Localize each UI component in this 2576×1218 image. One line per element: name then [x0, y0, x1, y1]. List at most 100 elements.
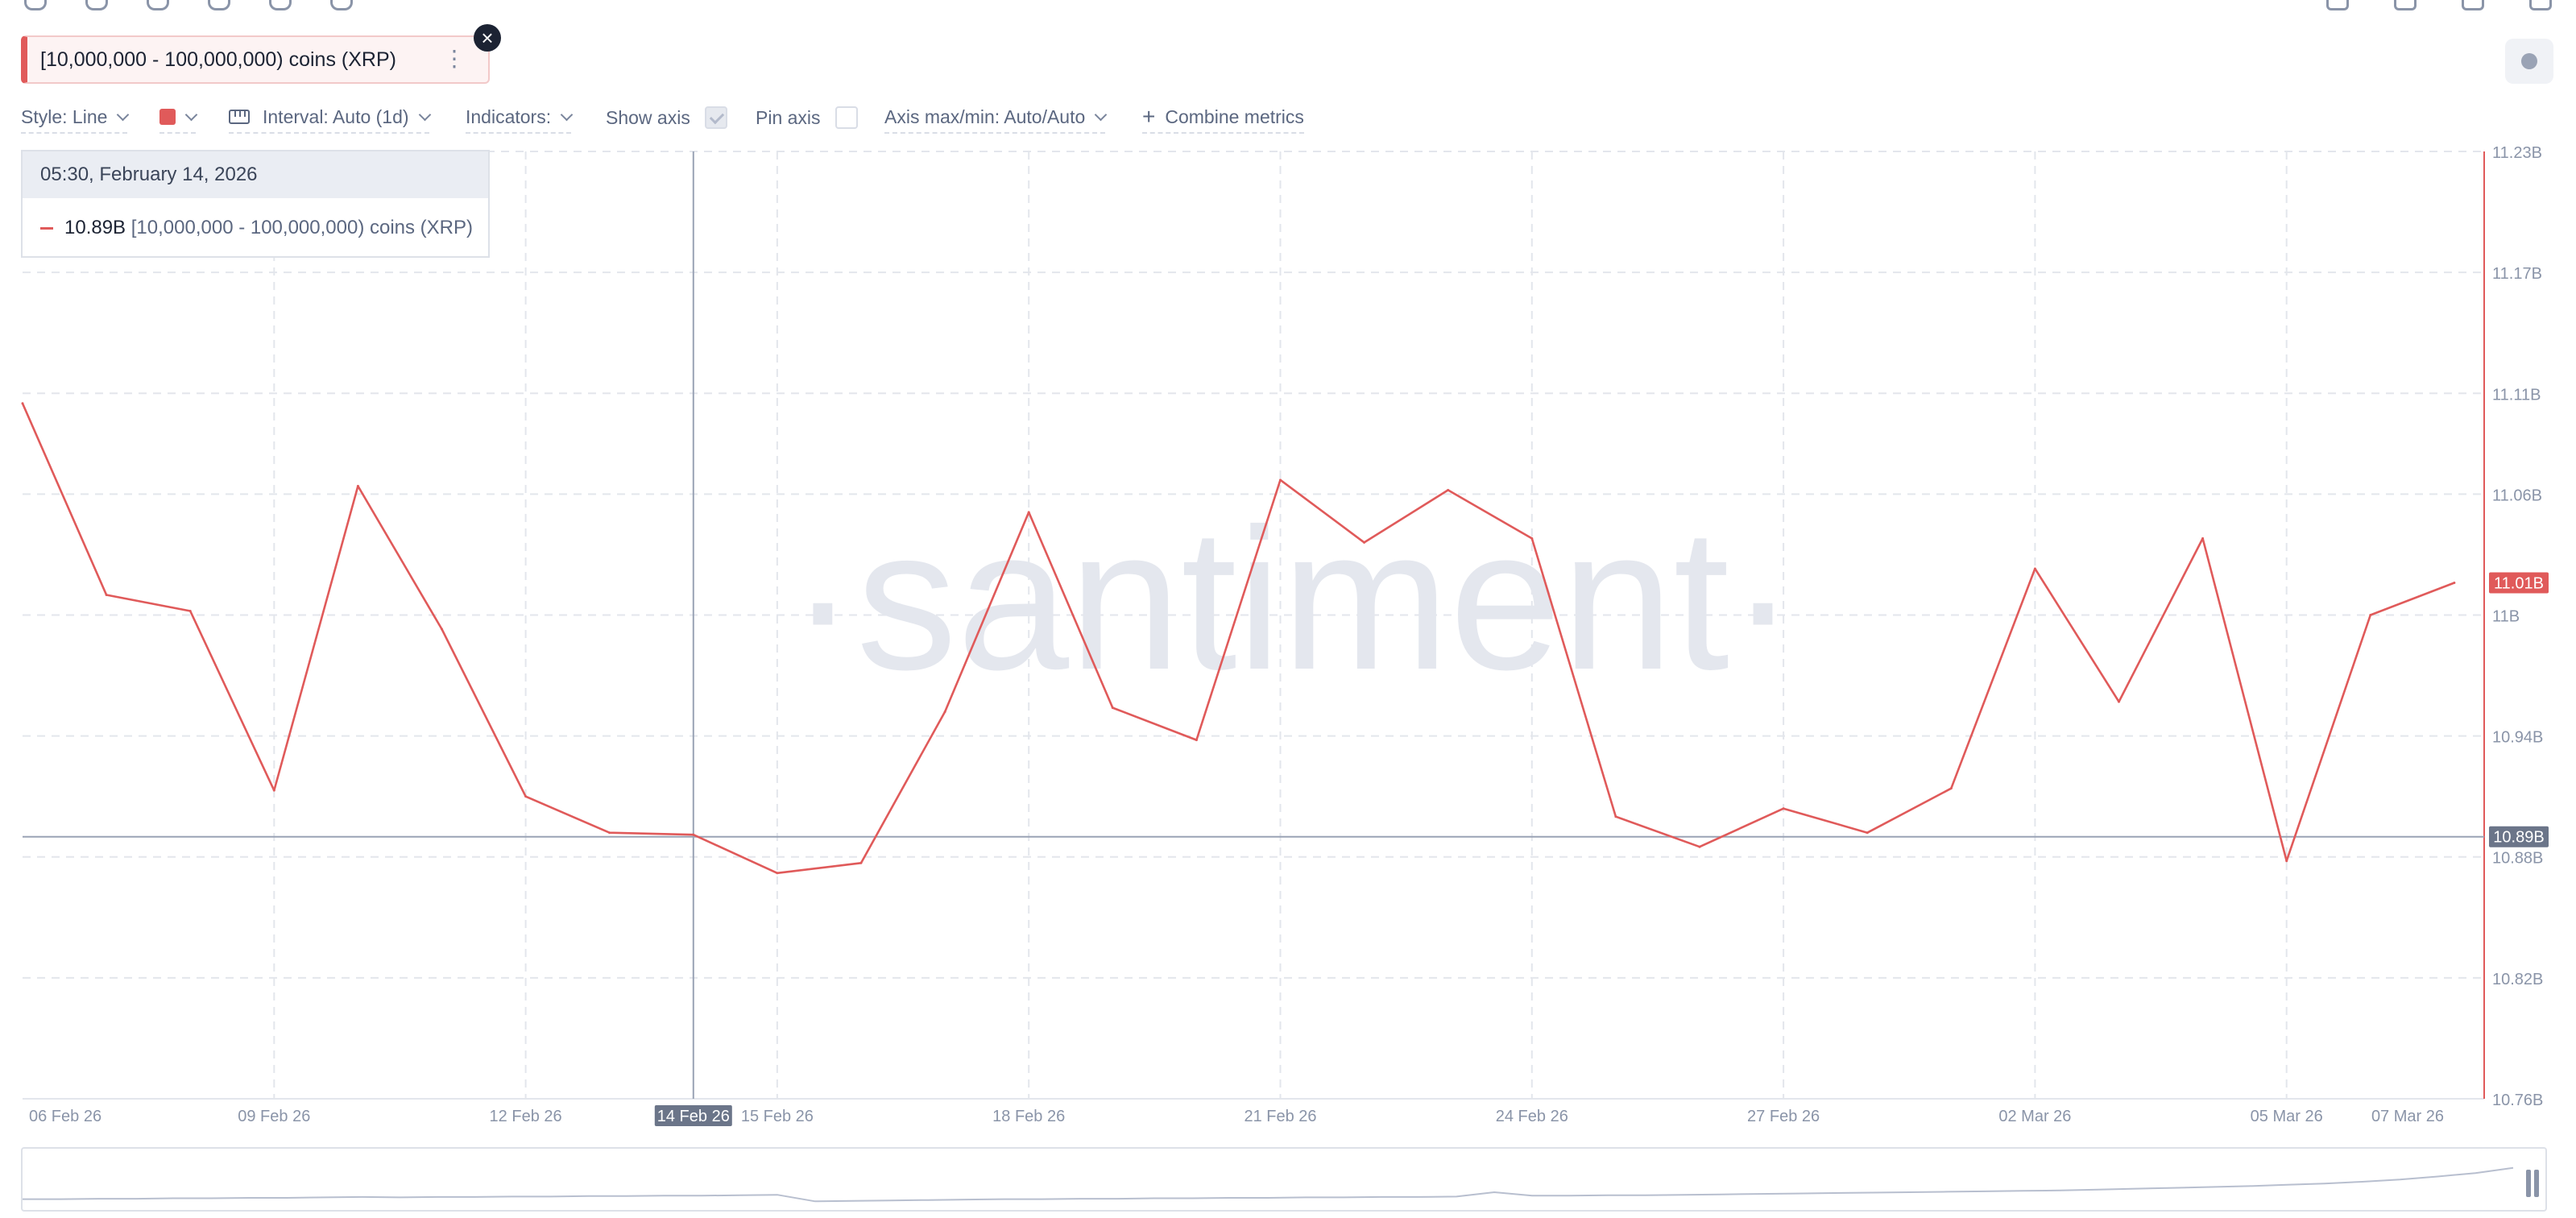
code-icon[interactable] [2394, 0, 2417, 10]
share-icon[interactable] [24, 0, 47, 10]
y-tick-label: 11.17B [2492, 265, 2542, 283]
tooltip-row: 10.89B [10,000,000 - 100,000,000) coins … [23, 198, 488, 258]
data-point [1111, 706, 1114, 710]
record-icon [2521, 53, 2537, 69]
data-point [776, 872, 779, 875]
x-tick-label: 02 Mar 26 [1998, 1108, 2071, 1125]
series-line [21, 403, 2455, 875]
data-point [2033, 567, 2036, 570]
range-navigator[interactable] [21, 1147, 2547, 1212]
close-icon[interactable]: × [474, 24, 501, 52]
y-tick-label: 11.11B [2492, 386, 2541, 404]
bell-icon[interactable] [269, 0, 292, 10]
data-point [859, 861, 863, 864]
color-dropdown[interactable] [159, 102, 198, 134]
y-tick-label: 10.94B [2492, 729, 2543, 747]
navigator-line [23, 1166, 2514, 1203]
data-point [608, 831, 611, 835]
metric-label: [10,000,000 - 100,000,000) coins (XRP) [40, 48, 396, 71]
close-window-icon[interactable] [2529, 0, 2552, 10]
data-point [2118, 700, 2120, 703]
interval-dropdown[interactable]: Interval: Auto (1d) [229, 102, 431, 134]
x-tick-label: 09 Feb 26 [238, 1108, 310, 1125]
data-point [1782, 807, 1785, 810]
x-tick-label: 21 Feb 26 [1244, 1108, 1316, 1125]
grid [23, 151, 2484, 1100]
download-icon[interactable] [2326, 0, 2349, 10]
record-button[interactable] [2505, 39, 2553, 84]
indicators-label: Indicators: [466, 106, 552, 127]
axis-badges: 14 Feb 26 10.89B 11.01B [654, 572, 2549, 1126]
show-axis-toggle[interactable]: Show axis [606, 102, 727, 134]
show-axis-checkbox[interactable] [704, 106, 727, 129]
pin-axis-checkbox[interactable] [835, 106, 858, 129]
x-tick-label: 05 Mar 26 [2251, 1108, 2323, 1125]
combine-metrics-button[interactable]: + Combine metrics [1142, 102, 1304, 134]
chevron-down-icon [117, 108, 130, 121]
data-point [1279, 478, 1282, 482]
chevron-down-icon [184, 108, 198, 121]
last-value-label: 11.01B [2494, 574, 2544, 592]
data-point [1195, 739, 1198, 742]
tooltip: 05:30, February 14, 2026 10.89B [10,000,… [21, 150, 490, 258]
navigator-sparkline [23, 1166, 2514, 1203]
data-point [1614, 815, 1617, 818]
kebab-icon[interactable]: ⋮ [443, 47, 466, 71]
style-dropdown[interactable]: Style: Line [21, 102, 130, 134]
data-point [692, 833, 695, 836]
combine-metrics-label: Combine metrics [1165, 106, 1304, 127]
data-point [1866, 831, 1869, 835]
data-point [1447, 488, 1450, 491]
shield-icon[interactable] [330, 0, 353, 10]
data-points [21, 402, 2456, 875]
tooltip-value: 10.89B [64, 217, 126, 238]
data-point [2285, 860, 2288, 863]
last-value-badge [2489, 572, 2549, 594]
data-point [1530, 536, 1534, 540]
plus-icon: + [1142, 104, 1156, 129]
data-point [1363, 541, 1366, 544]
data-point [524, 795, 528, 798]
x-axis-labels: 06 Feb 26 09 Feb 26 12 Feb 26 15 Feb 26 18 F… [29, 1108, 2444, 1125]
crosshair-x-badge [654, 1105, 732, 1126]
style-label: Style: Line [21, 106, 108, 127]
data-point [356, 484, 359, 487]
chevron-down-icon [560, 108, 574, 121]
data-point [441, 628, 443, 631]
top-toolbar-right [2326, 0, 2552, 11]
chevron-down-icon [418, 108, 431, 121]
data-point [2369, 613, 2372, 616]
tooltip-date: 05:30, February 14, 2026 [23, 151, 488, 198]
color-swatch [159, 109, 176, 125]
x-tick-label: 06 Feb 26 [29, 1108, 101, 1125]
chevron-down-icon [1095, 108, 1108, 121]
settings-icon[interactable] [2462, 0, 2484, 10]
tooltip-series-name: [10,000,000 - 100,000,000) coins (XRP) [130, 217, 474, 238]
y-tick-label: 11.23B [2492, 144, 2542, 162]
ruler-icon [229, 110, 250, 124]
indicators-dropdown[interactable]: Indicators: [466, 102, 574, 134]
y-tick-label: 10.76B [2492, 1092, 2543, 1109]
axis-maxmin-dropdown[interactable]: Axis max/min: Auto/Auto [884, 102, 1108, 134]
crosshair-y-badge [2489, 826, 2549, 847]
note-icon[interactable] [208, 0, 230, 10]
data-point [943, 710, 946, 714]
crosshair-y-label: 10.89B [2493, 829, 2544, 847]
edit-icon[interactable] [85, 0, 108, 10]
y-tick-label: 11.06B [2492, 487, 2542, 504]
crosshair [23, 151, 2484, 1099]
pin-axis-toggle[interactable]: Pin axis [756, 102, 858, 134]
top-toolbar-left [24, 0, 353, 11]
show-axis-label: Show axis [606, 106, 690, 128]
y-axis-labels: 10.76B 10.82B 10.88B 10.94B 11B 11.06B 11.11B 1… [2492, 144, 2543, 1109]
data-point [2201, 536, 2205, 540]
navigator-handle[interactable] [2526, 1170, 2541, 1197]
x-tick-label: 15 Feb 26 [741, 1108, 814, 1125]
pin-icon[interactable] [147, 0, 169, 10]
crosshair-x-label: 14 Feb 26 [657, 1108, 730, 1125]
y-tick-label: 10.82B [2492, 971, 2543, 988]
data-point [272, 789, 275, 792]
metric-chip[interactable]: [10,000,000 - 100,000,000) coins (XRP) ⋮ [21, 35, 490, 84]
data-point [2453, 581, 2456, 584]
data-point [105, 593, 108, 596]
